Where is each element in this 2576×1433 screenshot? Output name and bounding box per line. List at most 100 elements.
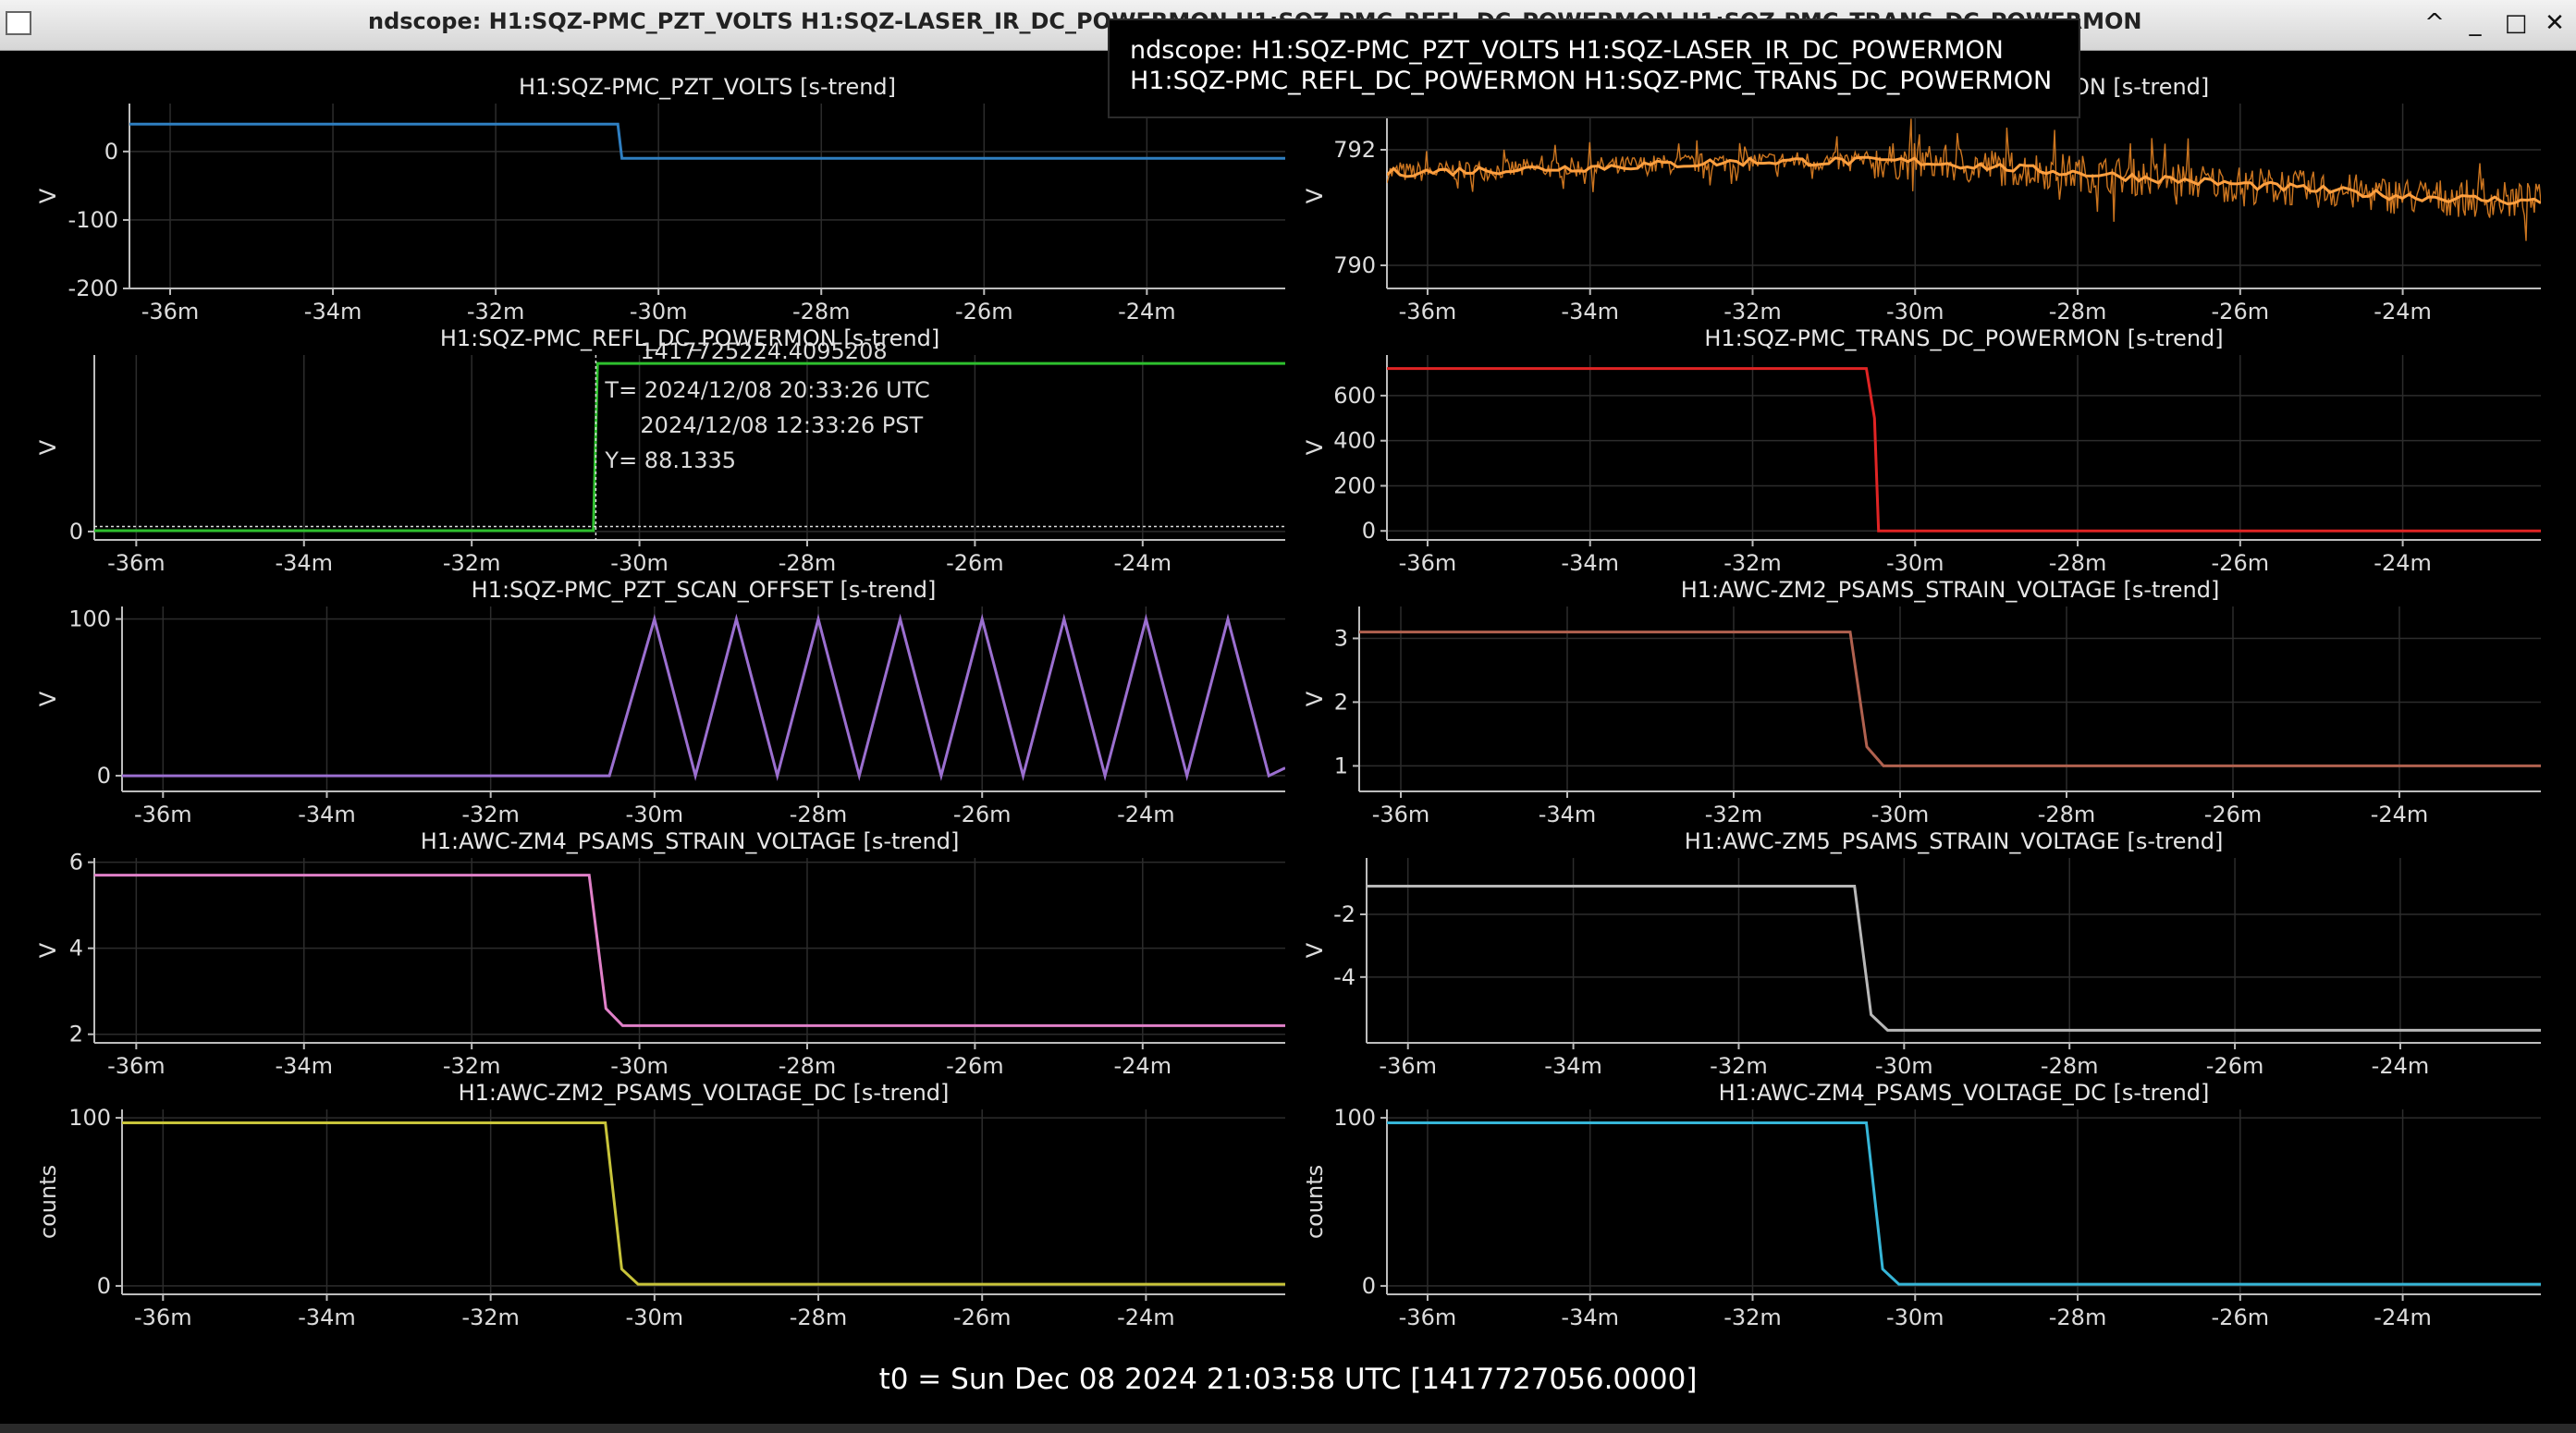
y-tick-label: 0 [97, 1273, 111, 1299]
shade-button[interactable]: ^ [2419, 7, 2450, 39]
y-tick-label: -100 [68, 207, 118, 233]
x-tick-label: -34m [298, 1304, 356, 1330]
x-tick-label: -24m [2371, 802, 2429, 827]
x-tick-label: -32m [1723, 299, 1782, 325]
x-tick-label: -24m [2374, 1304, 2432, 1330]
cursor-label-y: Y= 88.1335 [604, 447, 736, 473]
y-tick-label: -2 [1333, 901, 1355, 927]
x-tick-label: -34m [1544, 1053, 1602, 1079]
x-tick-label: -26m [2206, 1053, 2264, 1079]
y-tick-label: -200 [68, 276, 118, 301]
x-tick-label: -28m [790, 802, 848, 827]
x-tick-label: -30m [1875, 1053, 1933, 1079]
x-tick-label: -32m [1723, 1304, 1782, 1330]
y-axis-label: V [1302, 439, 1328, 455]
x-tick-label: -24m [1114, 1053, 1172, 1079]
y-tick-label: 792 [1333, 137, 1376, 163]
plot-panel-6: H1:AWC-ZM4_PSAMS_STRAIN_VOLTAGE [s-trend… [35, 828, 1285, 1079]
x-tick-label: -28m [779, 1053, 837, 1079]
y-axis-label: counts [35, 1165, 61, 1239]
x-tick-label: -36m [107, 1053, 166, 1079]
plot-panel-0: H1:SQZ-PMC_PZT_VOLTS [s-trend] -36m -34m -3… [35, 74, 1285, 325]
x-tick-label: -26m [2212, 550, 2270, 576]
minimize-button[interactable]: _ [2459, 7, 2491, 39]
y-tick-label: 0 [1362, 1273, 1376, 1299]
x-tick-label: -36m [1379, 1053, 1437, 1079]
maximize-button[interactable]: □ [2500, 7, 2532, 39]
x-tick-label: -32m [443, 1053, 501, 1079]
x-tick-label: -34m [1561, 550, 1619, 576]
cursor-label-t-pst: 2024/12/08 12:33:26 PST [640, 412, 923, 438]
x-tick-label: -24m [2372, 1053, 2430, 1079]
series-envelope-line [1387, 118, 2541, 241]
x-tick-label: -32m [461, 1304, 520, 1330]
x-tick-label: -30m [626, 1304, 684, 1330]
x-tick-label: -28m [2049, 550, 2107, 576]
x-tick-label: -32m [1723, 550, 1782, 576]
plot-title: H1:SQZ-PMC_TRANS_DC_POWERMON [s-trend] [1704, 325, 2223, 351]
x-tick-label: -32m [443, 550, 501, 576]
series-line [1367, 885, 2541, 1032]
series-line [129, 122, 1285, 160]
x-tick-label: -28m [779, 550, 837, 576]
plot-title: H1:SQZ-PMC_PZT_VOLTS [s-trend] [519, 74, 896, 100]
x-tick-label: -36m [1399, 550, 1457, 576]
y-tick-label: 0 [104, 139, 118, 165]
x-tick-label: -28m [2041, 1053, 2099, 1079]
x-tick-label: -32m [1705, 802, 1763, 827]
plot-panel-2: H1:SQZ-PMC_REFL_DC_POWERMON [s-trend]-36… [35, 325, 1285, 576]
y-axis-label: V [1302, 691, 1328, 706]
plot-panel-8: H1:AWC-ZM2_PSAMS_VOLTAGE_DC [s-trend] -36… [35, 1080, 1285, 1330]
plot-panel-5: H1:AWC-ZM2_PSAMS_STRAIN_VOLTAGE [s-trend… [1302, 577, 2541, 827]
x-tick-label: -30m [1871, 802, 1930, 827]
x-tick-label: -32m [1710, 1053, 1768, 1079]
x-tick-label: -28m [2049, 299, 2107, 325]
x-tick-label: -28m [792, 299, 851, 325]
x-tick-label: -30m [630, 299, 688, 325]
y-tick-label: 6 [69, 850, 83, 876]
y-tick-label: 1 [1334, 753, 1348, 778]
x-tick-label: -24m [1114, 550, 1172, 576]
close-button[interactable]: ✕ [2539, 7, 2570, 39]
y-tick-label: 100 [1333, 1105, 1376, 1131]
series-line [122, 613, 1285, 782]
x-tick-label: -30m [610, 550, 669, 576]
plot-title: H1:SQZ-PMC_PZT_SCAN_OFFSET [s-trend] [472, 577, 937, 603]
y-tick-label: 100 [68, 1105, 111, 1131]
x-tick-label: -24m [2374, 299, 2432, 325]
cursor-label-t-utc: T= 2024/12/08 20:33:26 UTC [604, 377, 929, 403]
app-icon[interactable] [6, 11, 31, 35]
y-tick-label: 0 [69, 519, 83, 545]
y-axis-label: counts [1302, 1165, 1328, 1239]
y-tick-label: 200 [1333, 472, 1376, 498]
y-tick-label: 100 [68, 606, 111, 632]
x-tick-label: -36m [107, 550, 166, 576]
x-tick-label: -34m [1561, 299, 1619, 325]
cursor-label-gps: 1417725224.4095208 [640, 338, 887, 364]
x-tick-label: -26m [953, 802, 1012, 827]
plot-grid[interactable]: H1:SQZ-PMC_PZT_VOLTS [s-trend] -36m -34m -3… [0, 52, 2576, 1383]
x-tick-label: -34m [275, 550, 333, 576]
x-tick-label: -32m [461, 802, 520, 827]
x-tick-label: -36m [1399, 1304, 1457, 1330]
x-tick-label: -34m [298, 802, 356, 827]
x-tick-label: -36m [141, 299, 200, 325]
x-tick-label: -32m [467, 299, 525, 325]
series-line [1359, 631, 2541, 767]
x-tick-label: -24m [1117, 1304, 1175, 1330]
y-tick-label: -4 [1333, 964, 1355, 990]
x-tick-label: -34m [1561, 1304, 1619, 1330]
series-mean-line [1387, 155, 2541, 206]
y-tick-label: 2 [69, 1022, 83, 1047]
y-tick-label: 4 [69, 936, 83, 961]
x-tick-label: -24m [2374, 550, 2432, 576]
x-tick-label: -28m [2038, 802, 2096, 827]
y-axis-label: V [35, 942, 61, 958]
series-line [122, 1121, 1285, 1286]
x-tick-label: -36m [1372, 802, 1430, 827]
x-tick-label: -26m [2204, 802, 2263, 827]
series-line [94, 874, 1285, 1027]
plot-panel-7: H1:AWC-ZM5_PSAMS_STRAIN_VOLTAGE [s-trend… [1302, 828, 2541, 1079]
plot-panel-4: H1:SQZ-PMC_PZT_SCAN_OFFSET [s-trend] -36m… [35, 577, 1285, 827]
y-axis-label: V [35, 691, 61, 706]
